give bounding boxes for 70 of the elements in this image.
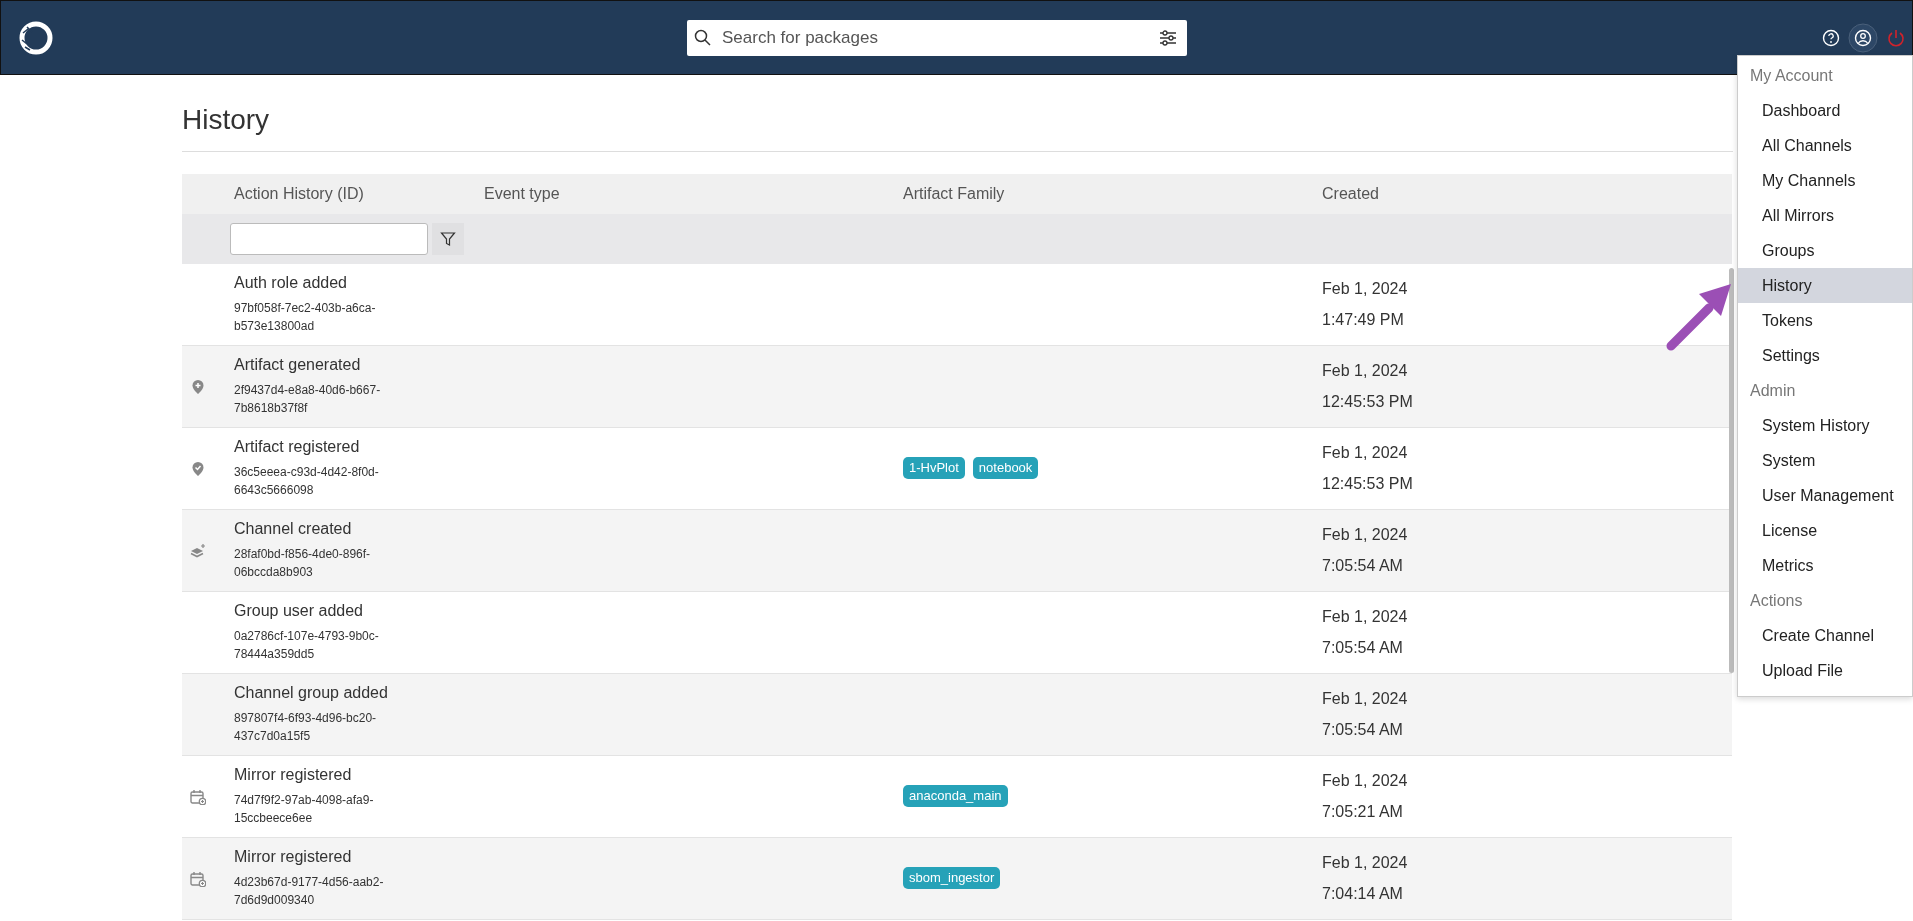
action-id: 4d23b67d-9177-4d56-aab2-7d6d9d009340: [234, 874, 385, 909]
menu-section-header: Actions: [1749, 591, 1804, 611]
pin-plus-icon: [190, 378, 206, 395]
created-date: Feb 1, 2024: [1322, 771, 1409, 792]
page-title: History: [182, 75, 1733, 152]
action-id: 97bf058f-7ec2-403b-a6ca-b573e13800ad: [234, 300, 377, 335]
created-time: 1:47:49 PM: [1322, 310, 1405, 331]
action-name: Channel group added: [234, 683, 389, 703]
action-name: Group user added: [234, 601, 364, 621]
action-name: Channel created: [234, 519, 353, 539]
created-time: 12:45:53 PM: [1322, 392, 1414, 413]
menu-item[interactable]: Tokens: [1738, 303, 1912, 338]
column-header[interactable]: Action History (ID): [234, 184, 364, 202]
action-id: 28faf0bd-f856-4de0-896f-06bccda8b903: [234, 546, 372, 581]
menu-item[interactable]: History: [1738, 268, 1912, 303]
filter-sliders-icon[interactable]: [1159, 29, 1177, 47]
menu-item[interactable]: Groups: [1738, 233, 1912, 268]
created-time: 7:05:54 AM: [1322, 556, 1404, 577]
created-time: 7:05:54 AM: [1322, 720, 1404, 741]
funnel-icon: [440, 230, 456, 247]
created-date: Feb 1, 2024: [1322, 607, 1409, 628]
action-id: 0a2786cf-107e-4793-9b0c-78444a359dd5: [234, 628, 380, 663]
logo-icon[interactable]: [18, 19, 54, 56]
menu-item[interactable]: User Management: [1738, 478, 1912, 513]
action-id: 897807f4-6f93-4d96-bc20-437c7d0a15f5: [234, 710, 378, 745]
action-name: Mirror registered: [234, 765, 353, 785]
created-date: Feb 1, 2024: [1322, 525, 1409, 546]
action-id: 36c5eeea-c93d-4d42-8f0d-6643c5666098: [234, 464, 380, 499]
created-date: Feb 1, 2024: [1322, 853, 1409, 874]
created-date: Feb 1, 2024: [1322, 361, 1409, 382]
menu-item[interactable]: All Mirrors: [1738, 198, 1912, 233]
created-date: Feb 1, 2024: [1322, 279, 1409, 300]
column-header[interactable]: Event type: [484, 184, 560, 202]
created-date: Feb 1, 2024: [1322, 689, 1409, 710]
search-field[interactable]: Search for packages: [687, 20, 1187, 56]
filter-input[interactable]: [230, 222, 428, 255]
column-header[interactable]: Artifact Family: [903, 184, 1005, 202]
menu-item[interactable]: Dashboard: [1738, 93, 1912, 128]
menu-item[interactable]: Settings: [1738, 338, 1912, 373]
user-account-icon[interactable]: [1848, 22, 1878, 53]
action-name: Auth role added: [234, 273, 348, 293]
menu-section-header: My Account: [1749, 66, 1834, 86]
action-name: Artifact registered: [234, 437, 361, 457]
menu-item[interactable]: Metrics: [1738, 548, 1912, 583]
menu-item[interactable]: Create Channel: [1738, 618, 1912, 653]
action-name: Mirror registered: [234, 847, 353, 867]
created-time: 7:05:21 AM: [1322, 802, 1404, 823]
created-time: 12:45:53 PM: [1322, 474, 1414, 495]
calendar-plus-icon: [190, 788, 206, 805]
menu-item[interactable]: All Channels: [1738, 128, 1912, 163]
menu-item[interactable]: System: [1738, 443, 1912, 478]
menu-item[interactable]: Upload File: [1738, 653, 1912, 688]
menu-item[interactable]: System History: [1738, 408, 1912, 443]
scrollbar[interactable]: [1729, 268, 1734, 673]
search-icon: [694, 29, 712, 47]
created-date: Feb 1, 2024: [1322, 443, 1409, 464]
menu-item[interactable]: My Channels: [1738, 163, 1912, 198]
column-header[interactable]: Created: [1322, 184, 1379, 202]
filter-button[interactable]: [432, 222, 464, 255]
created-time: 7:04:14 AM: [1322, 884, 1404, 905]
action-name: Artifact generated: [234, 355, 362, 375]
menu-item[interactable]: License: [1738, 513, 1912, 548]
pin-check-icon: [190, 460, 206, 477]
action-id: 2f9437d4-e8a8-40d6-b667-7b8618b37f8f: [234, 382, 382, 417]
menu-section-header: Admin: [1749, 381, 1797, 401]
action-id: 74d7f9f2-97ab-4098-afa9-15ccbeece6ee: [234, 792, 375, 827]
layers-plus-icon: [190, 542, 206, 559]
created-time: 7:05:54 AM: [1322, 638, 1404, 659]
calendar-plus-icon: [190, 870, 206, 887]
help-icon[interactable]: [1822, 28, 1840, 47]
